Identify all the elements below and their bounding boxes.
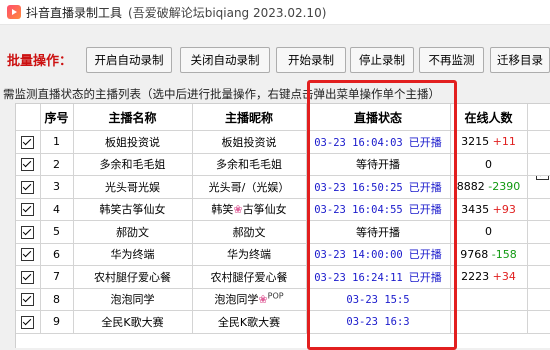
online-count: 0 xyxy=(450,153,528,176)
streamer-nickname: 光头哥/（光娱） xyxy=(192,175,307,199)
column-header-online[interactable]: 在线人数 xyxy=(450,104,528,131)
row-checkbox[interactable] xyxy=(535,175,549,180)
row-checkbox[interactable] xyxy=(21,180,35,194)
online-delta: +93 xyxy=(492,202,516,216)
online-count: 9768 -158 xyxy=(450,243,528,266)
row-checkbox[interactable] xyxy=(21,135,35,149)
online-delta: +34 xyxy=(492,270,516,284)
streamer-nickname: 农村腿仔爱心餐 xyxy=(192,265,307,289)
online-number: 2223 xyxy=(461,270,490,284)
flower-icon: ❀ xyxy=(258,293,268,307)
streamer-nickname: 泡泡同学❀POP xyxy=(192,288,307,311)
row-number: 1 xyxy=(40,130,74,154)
status-column-highlight xyxy=(307,80,457,350)
table-row[interactable]: 8 泡泡同学 泡泡同学❀POP 03-23 15:5 xyxy=(16,288,550,311)
streamer-nickname: 全民K歌大赛 xyxy=(192,310,307,334)
online-number: 0 xyxy=(485,157,492,171)
row-number: 4 xyxy=(40,198,74,221)
online-count: 2223 +34 xyxy=(450,265,528,289)
stop-monitor-button[interactable]: 不再监测 xyxy=(419,47,484,73)
streamer-nickname: 韩笑❀古筝仙女 xyxy=(192,198,307,221)
online-number: 3215 xyxy=(461,135,490,149)
column-header-no[interactable]: 序号 xyxy=(40,104,74,131)
row-number: 6 xyxy=(40,243,74,266)
app-logo-icon xyxy=(7,5,21,19)
row-number: 3 xyxy=(40,175,74,199)
window-subtitle: (吾爱破解论坛biqiang 2023.02.10) xyxy=(128,5,327,20)
row-checkbox[interactable] xyxy=(21,293,35,306)
online-count: 0 xyxy=(450,220,528,244)
checkbox-column-header xyxy=(16,104,41,131)
pop-badge: POP xyxy=(267,291,284,301)
row-number: 9 xyxy=(40,310,74,334)
row-checkbox[interactable] xyxy=(21,270,35,284)
streamer-name: 农村腿仔爱心餐 xyxy=(73,265,193,289)
online-number: 9768 xyxy=(460,247,489,261)
title-bar: 抖音直播录制工具 (吾爱破解论坛biqiang 2023.02.10) xyxy=(0,0,550,25)
table-row[interactable]: 6 华为终端 华为终端 03-23 14:00:00 已开播 9768 -158 xyxy=(16,243,550,266)
row-number: 7 xyxy=(40,265,74,289)
table-row[interactable]: 5 郝劭文 郝劭文 等待开播 0 xyxy=(16,220,550,244)
extra-column-header xyxy=(527,104,550,131)
batch-ops-label: 批量操作： xyxy=(7,54,73,69)
enable-auto-record-button[interactable]: 开启自动录制 xyxy=(86,47,172,73)
streamer-name: 韩笑古筝仙女 xyxy=(73,198,193,221)
table-row[interactable]: 1 板姐投资说 板姐投资说 03-23 16:04:03 已开播 3215 +11 xyxy=(16,130,550,154)
online-delta: -158 xyxy=(491,247,517,261)
streamer-name: 多余和毛毛姐 xyxy=(73,153,193,176)
online-count: 3215 +11 xyxy=(450,130,528,154)
streamer-name: 全民K歌大赛 xyxy=(73,310,193,334)
online-delta: -2390 xyxy=(488,180,521,194)
row-number: 2 xyxy=(40,153,74,176)
row-checkbox[interactable] xyxy=(21,225,35,239)
table-row[interactable]: 2 多余和毛毛姐 多余和毛毛姐 等待开播 0 xyxy=(16,153,550,176)
table-row[interactable]: 7 农村腿仔爱心餐 农村腿仔爱心餐 03-23 16:24:11 已开播 2223… xyxy=(16,265,550,289)
streamer-nickname: 多余和毛毛姐 xyxy=(192,153,307,176)
row-number: 8 xyxy=(40,288,74,311)
row-checkbox[interactable] xyxy=(21,248,35,261)
streamer-nickname: 郝劭文 xyxy=(192,220,307,244)
move-directory-button[interactable]: 迁移目录 xyxy=(490,47,550,73)
online-number: 0 xyxy=(485,225,492,239)
flower-icon: ❀ xyxy=(233,203,243,217)
streamer-nickname: 板姐投资说 xyxy=(192,130,307,154)
streamer-name: 郝劭文 xyxy=(73,220,193,244)
stop-record-button[interactable]: 停止录制 xyxy=(350,47,414,73)
streamer-name: 光头哥光娱 xyxy=(73,175,193,199)
row-checkbox[interactable] xyxy=(21,315,35,329)
streamer-name: 板姐投资说 xyxy=(73,130,193,154)
streamer-nickname: 华为终端 xyxy=(192,243,307,266)
table-row[interactable]: 4 韩笑古筝仙女 韩笑❀古筝仙女 03-23 16:04:55 已开播 3435 … xyxy=(16,198,550,221)
table-header-row: 序号 主播名称 主播昵称 直播状态 在线人数 xyxy=(16,104,550,131)
table-row[interactable]: 3 光头哥光娱 光头哥/（光娱） 03-23 16:50:25 已开播 8882 … xyxy=(16,175,550,199)
streamer-name: 泡泡同学 xyxy=(73,288,193,311)
row-checkbox[interactable] xyxy=(21,158,35,171)
streamer-name: 华为终端 xyxy=(73,243,193,266)
window-title: 抖音直播录制工具 xyxy=(26,5,123,20)
table-row[interactable]: 9 全民K歌大赛 全民K歌大赛 03-23 16:3 xyxy=(16,310,550,334)
online-count xyxy=(450,310,528,334)
online-delta: +11 xyxy=(492,135,516,149)
column-header-name[interactable]: 主播名称 xyxy=(73,104,193,131)
online-count xyxy=(450,288,528,311)
disable-auto-record-button[interactable]: 关闭自动录制 xyxy=(180,47,270,73)
online-count: 3435 +93 xyxy=(450,198,528,221)
online-count: 8882 -2390 xyxy=(450,175,528,199)
online-number: 8882 xyxy=(456,180,485,194)
row-number: 5 xyxy=(40,220,74,244)
online-number: 3435 xyxy=(461,202,490,216)
start-record-button[interactable]: 开始录制 xyxy=(276,47,346,73)
streamer-table: 序号 主播名称 主播昵称 直播状态 在线人数 1 板姐投资说 板姐投资说 03-… xyxy=(15,103,550,348)
row-checkbox[interactable] xyxy=(21,203,35,216)
column-header-nickname[interactable]: 主播昵称 xyxy=(192,104,307,131)
